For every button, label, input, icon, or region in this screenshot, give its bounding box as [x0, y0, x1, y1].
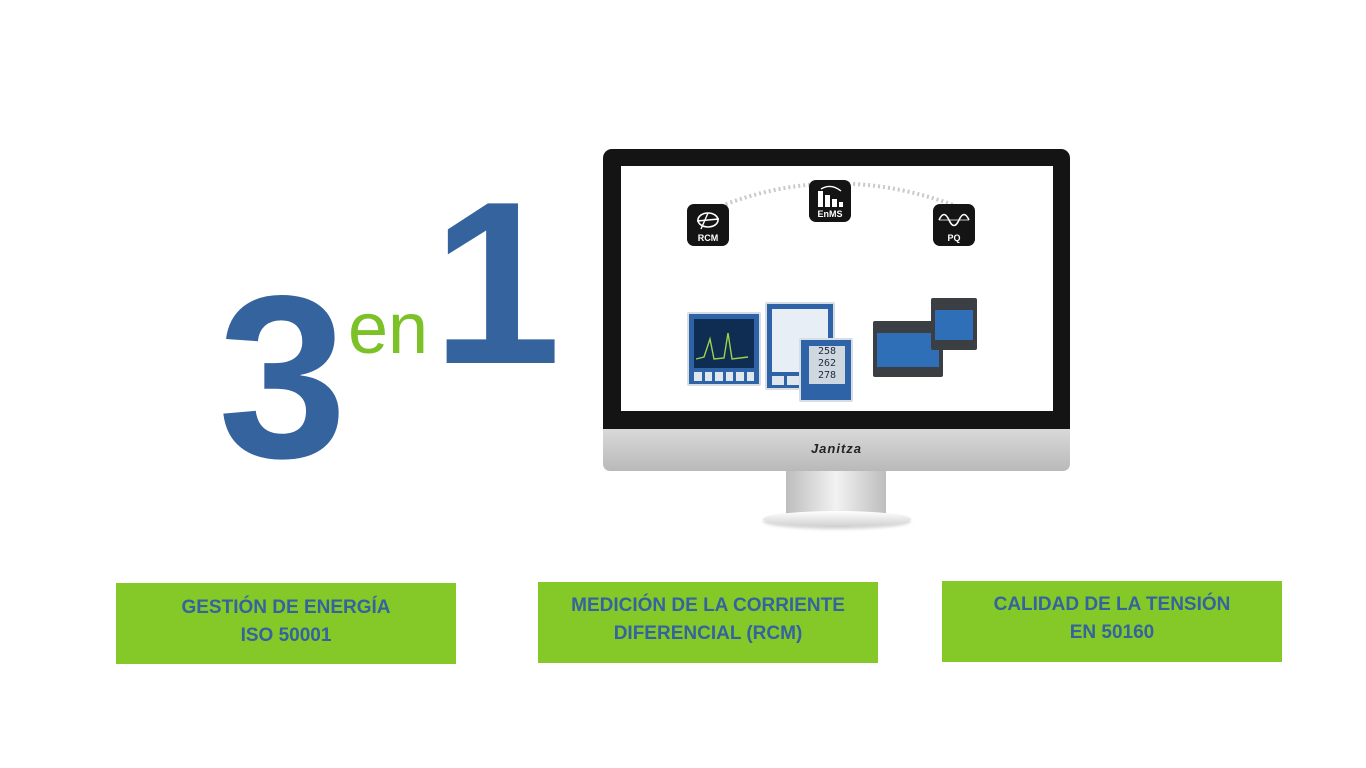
feature-pq-line1: CALIDAD DE LA TENSIÓN	[993, 594, 1231, 615]
feature-rcm-line1: MEDICIÓN DE LA CORRIENTE	[571, 595, 845, 616]
monitor-screen: RCM EnMS PQ 258 262 278	[621, 166, 1053, 411]
pq-badge-label: PQ	[947, 233, 961, 243]
headline-3-en-1: 3 en 1	[0, 0, 600, 520]
meter-device-lcd: 258 262 278	[799, 338, 853, 402]
monitor-chin: Janitza	[603, 429, 1070, 471]
pq-badge: PQ	[933, 204, 975, 246]
rcm-badge: RCM	[687, 204, 729, 246]
meter-graph-display	[695, 332, 749, 360]
feature-box-voltage-quality: CALIDAD DE LA TENSIÓN EN 50160	[942, 581, 1282, 662]
monitor-stand	[786, 471, 886, 516]
feature-energy-line1: GESTIÓN DE ENERGÍA	[181, 597, 391, 618]
janitza-logo: Janitza	[810, 441, 863, 456]
monitor-base	[763, 511, 911, 527]
energy-bars-icon	[818, 185, 843, 207]
headline-number-three: 3	[218, 248, 347, 507]
feature-energy-line2: ISO 50001	[240, 625, 332, 646]
headline-connector: en	[348, 289, 429, 369]
headline-number-one: 1	[432, 154, 562, 413]
lcd-line-1: 258	[817, 346, 837, 357]
meter-lcd-readout: 258 262 278	[809, 346, 845, 384]
feature-box-residual-current: MEDICIÓN DE LA CORRIENTE DIFERENCIAL (RC…	[538, 582, 878, 663]
sine-wave-icon	[938, 213, 970, 227]
feature-pq-line2: EN 50160	[1069, 622, 1155, 643]
lcd-line-2: 262	[817, 358, 837, 369]
meter-device-graph	[687, 312, 761, 386]
monitor-illustration: RCM EnMS PQ 258 262 278 Janitza	[603, 149, 1070, 527]
rcm-sensor-icon	[696, 212, 720, 230]
enms-badge: EnMS	[809, 180, 851, 222]
din-rail-meter-back	[931, 298, 977, 350]
monitor-bezel: RCM EnMS PQ 258 262 278	[603, 149, 1070, 432]
lcd-line-3: 278	[817, 370, 837, 381]
feature-box-energy-management: GESTIÓN DE ENERGÍA ISO 50001	[116, 583, 456, 664]
feature-rcm-line2: DIFERENCIAL (RCM)	[613, 623, 803, 644]
rcm-badge-label: RCM	[697, 233, 719, 243]
enms-badge-label: EnMS	[817, 209, 843, 219]
